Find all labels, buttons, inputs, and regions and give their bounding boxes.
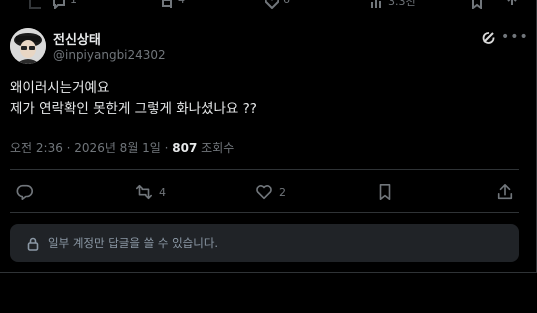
post-timestamp[interactable]: 오전 2:36 · 2026년 8월 1일 ·	[10, 141, 172, 155]
like-count: 2	[279, 185, 286, 199]
user-handle[interactable]: @inpiyangbi24302	[53, 48, 166, 62]
reply-button[interactable]	[16, 182, 40, 202]
like-button[interactable]: 2	[255, 182, 286, 202]
previous-post-actions: 1 4 6 3.3천	[0, 0, 537, 12]
previous-reply-count: 1	[70, 0, 77, 6]
previous-views-icon[interactable]	[370, 0, 384, 8]
previous-share-icon[interactable]	[505, 0, 519, 6]
post-header: 전신상태 @inpiyangbi24302 •••	[10, 28, 528, 68]
post-text-line-2: 제가 연락확인 못한게 그렇게 화나셨나요 ??	[10, 101, 257, 117]
action-bar: 4 2	[10, 176, 519, 208]
post-body: 왜이러시는거예요 제가 연락확인 못한게 그렇게 화나셨나요 ??	[10, 78, 527, 120]
bookmark-button[interactable]	[376, 182, 394, 202]
reply-restriction-notice: 일부 계정만 답글을 쓸 수 있습니다.	[10, 224, 519, 262]
previous-repost-icon[interactable]	[160, 0, 174, 8]
bookmark-icon	[379, 183, 391, 201]
notice-text: 일부 계정만 답글을 쓸 수 있습니다.	[48, 236, 219, 250]
grok-icon[interactable]	[481, 30, 497, 46]
previous-like-icon[interactable]	[264, 0, 280, 10]
views-label: 조회수	[197, 141, 235, 155]
previous-reply-icon[interactable]	[52, 0, 66, 11]
previous-like-count: 6	[283, 0, 290, 6]
views-count: 807	[172, 141, 198, 155]
reply-icon	[16, 184, 33, 201]
repost-icon	[135, 184, 153, 200]
avatar[interactable]	[10, 28, 46, 64]
divider-bottom	[10, 212, 519, 213]
section-divider	[0, 272, 537, 273]
share-icon	[497, 183, 513, 200]
more-icon[interactable]: •••	[501, 28, 528, 46]
post-text-line-1: 왜이러시는거예요	[10, 80, 110, 96]
lock-icon	[26, 236, 40, 251]
previous-views-count: 3.3천	[388, 0, 416, 8]
post-meta: 오전 2:36 · 2026년 8월 1일 · 807 조회수	[10, 139, 234, 156]
repost-count: 4	[159, 185, 166, 199]
like-icon	[256, 185, 272, 200]
divider-top	[10, 169, 519, 170]
repost-button[interactable]: 4	[135, 182, 166, 202]
thread-connector-hook	[29, 7, 41, 9]
previous-bookmark-icon[interactable]	[470, 0, 484, 10]
display-name[interactable]: 전신상태	[53, 29, 101, 48]
share-button[interactable]	[496, 182, 514, 202]
previous-repost-count: 4	[178, 0, 185, 6]
